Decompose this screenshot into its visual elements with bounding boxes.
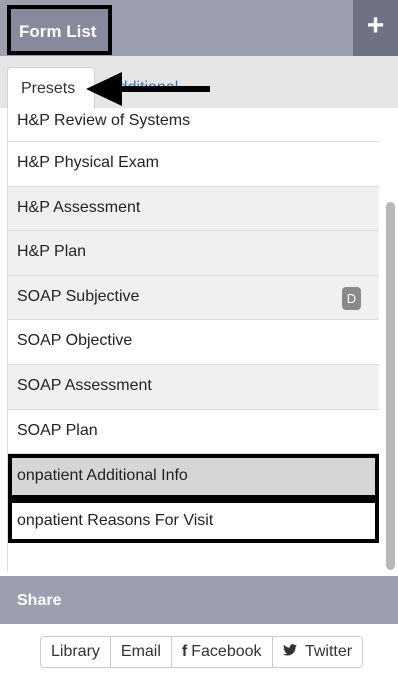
list-item[interactable]: H&P Assessment <box>8 186 379 232</box>
list-item-label: SOAP Plan <box>17 421 98 439</box>
plus-icon: + <box>366 9 385 42</box>
twitter-label: Twitter <box>304 643 353 660</box>
default-badge: D <box>342 286 361 310</box>
add-form-button[interactable]: + <box>353 0 398 56</box>
list-item[interactable]: SOAP Assessment <box>8 364 379 410</box>
list-item[interactable]: SOAP Subjective D <box>8 275 379 321</box>
form-list-header: Form List + <box>0 0 398 56</box>
list-item-label: H&P Review of Systems <box>17 112 191 129</box>
list-item-label: H&P Plan <box>17 243 87 261</box>
facebook-icon: f <box>181 643 188 660</box>
email-button[interactable]: Email <box>110 637 172 667</box>
list-item-label: onpatient Additional Info <box>17 467 188 485</box>
list-item[interactable]: H&P Physical Exam <box>8 142 379 187</box>
list-item[interactable]: H&P Review of Systems <box>8 108 379 142</box>
list-item-highlighted[interactable]: onpatient Reasons For Visit <box>8 498 379 543</box>
facebook-label: Facebook <box>191 643 262 660</box>
list-item-label: SOAP Assessment <box>17 376 152 394</box>
scrollbar-thumb[interactable] <box>386 202 395 570</box>
tab-presets[interactable]: Presets <box>7 67 95 109</box>
share-button-group: Library Email f Facebook Twitter <box>40 636 364 668</box>
twitter-button[interactable]: Twitter <box>272 637 363 667</box>
list-item-label: onpatient Reasons For Visit <box>17 511 214 529</box>
page-title: Form List <box>7 5 112 55</box>
list-item[interactable]: SOAP Objective <box>8 320 379 365</box>
arrow-left-icon <box>86 72 210 106</box>
list-item-label: SOAP Subjective <box>17 287 140 305</box>
list-item-highlighted[interactable]: onpatient Additional Info <box>8 454 379 499</box>
list-item[interactable]: H&P Plan <box>8 231 379 276</box>
list-item-label: SOAP Objective <box>17 332 133 350</box>
form-list: H&P Review of Systems H&P Physical Exam … <box>7 108 379 572</box>
twitter-icon <box>282 643 301 660</box>
list-item-label: H&P Physical Exam <box>17 154 159 171</box>
list-item[interactable]: SOAP Plan <box>8 410 379 455</box>
email-label: Email <box>120 643 161 660</box>
facebook-button[interactable]: f Facebook <box>171 637 273 667</box>
library-label: Library <box>51 643 100 660</box>
share-header: Share <box>0 576 398 624</box>
list-item-label: H&P Assessment <box>17 198 141 216</box>
library-button[interactable]: Library <box>41 637 111 667</box>
